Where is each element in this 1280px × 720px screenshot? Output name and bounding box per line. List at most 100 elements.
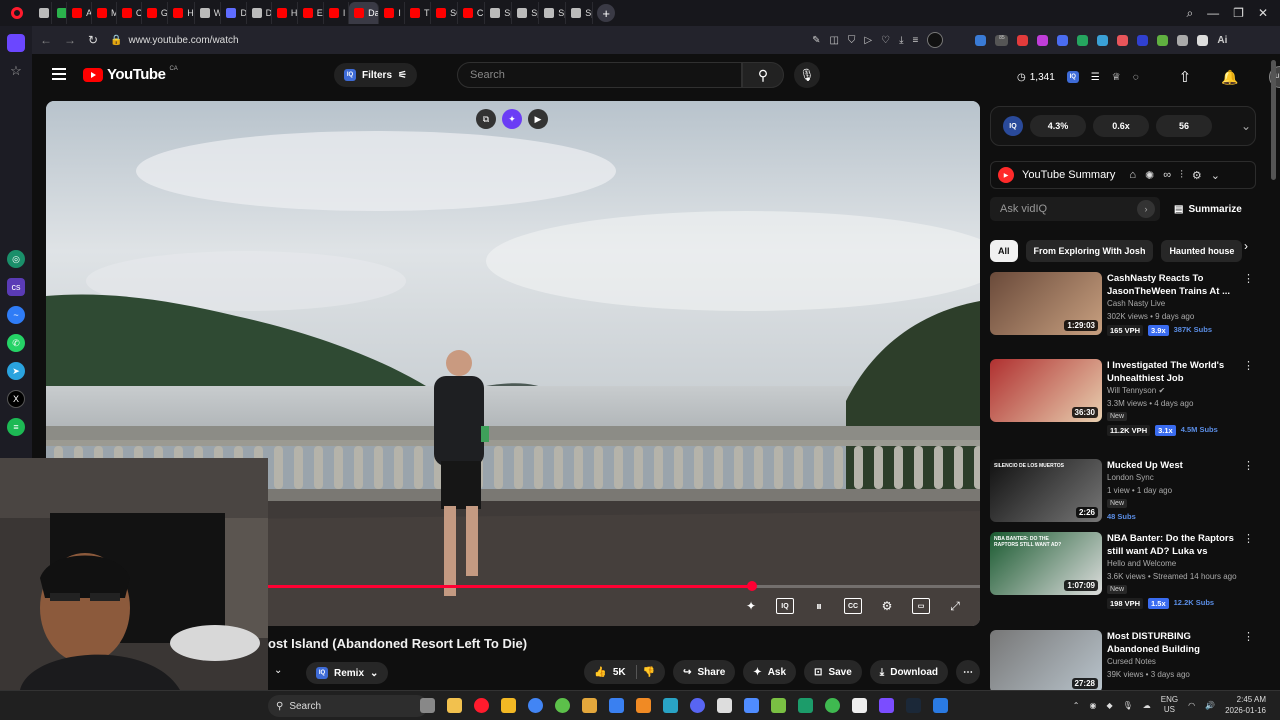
- settings-gear-icon[interactable]: ⚙: [1192, 169, 1202, 182]
- bolt-icon[interactable]: [501, 698, 516, 713]
- search-button[interactable]: ⚲: [742, 62, 784, 88]
- thumbs-down-icon[interactable]: 👎: [643, 667, 655, 678]
- app-icon[interactable]: [825, 698, 840, 713]
- upload-icon[interactable]: ⇧: [1179, 68, 1192, 86]
- remix-button[interactable]: IQ Remix ⌄: [306, 662, 389, 684]
- extension-icon[interactable]: [1177, 34, 1189, 46]
- menu-icon[interactable]: ≡: [913, 35, 919, 46]
- chevron-down-icon[interactable]: ⌄: [274, 665, 282, 676]
- file-explorer-icon[interactable]: [420, 698, 435, 713]
- wifi-icon[interactable]: ◠: [1188, 701, 1195, 710]
- video-thumbnail[interactable]: 36:30: [990, 359, 1102, 422]
- waveform-icon[interactable]: ⫶: [1180, 169, 1183, 182]
- star-icon[interactable]: ☆: [7, 62, 25, 80]
- browser-tab[interactable]: Speed D: [566, 2, 594, 24]
- history-counter[interactable]: ◷ 1,341: [1017, 72, 1055, 83]
- openai-icon[interactable]: ✺: [1145, 169, 1154, 182]
- browser-tab[interactable]: How I B: [272, 2, 298, 24]
- camera-icon[interactable]: ▶: [528, 109, 548, 129]
- messenger-icon[interactable]: ~: [7, 306, 25, 324]
- miniplayer-icon[interactable]: ▭: [912, 598, 930, 614]
- shield-icon[interactable]: ⛉: [848, 35, 856, 46]
- more-options-icon[interactable]: ⋮: [1243, 272, 1254, 285]
- opera-icon[interactable]: [474, 698, 489, 713]
- edit-icon[interactable]: ✎: [812, 35, 820, 46]
- telegram-icon[interactable]: ➤: [7, 362, 25, 380]
- recommendation-item[interactable]: 1:29:03 CashNasty Reacts To JasonTheWeen …: [990, 272, 1256, 338]
- volume-icon[interactable]: 🔊: [1205, 701, 1215, 710]
- extension-icon[interactable]: [1157, 34, 1169, 46]
- app-icon[interactable]: [879, 698, 894, 713]
- extension-icon[interactable]: [1197, 34, 1209, 46]
- filter-chip[interactable]: All: [990, 240, 1018, 262]
- forward-icon[interactable]: →: [64, 33, 76, 47]
- extension-icon[interactable]: [1097, 34, 1109, 46]
- cs-icon[interactable]: cs: [7, 278, 25, 296]
- extension-icon[interactable]: [1077, 34, 1089, 46]
- recommendation-item[interactable]: SILENCIO DE LOS MUERTOS 2:26 Mucked Up Wes…: [990, 459, 1256, 525]
- vidiq-logo-icon[interactable]: IQ: [1003, 116, 1023, 136]
- browser-tab[interactable]: Cursed: [117, 2, 142, 24]
- minimize-button[interactable]: —: [1207, 6, 1219, 21]
- browser-tab[interactable]: The Bra: [405, 2, 432, 24]
- play-icon[interactable]: ▷: [864, 35, 872, 46]
- browser-tab[interactable]: Speed D: [485, 2, 513, 24]
- more-options-icon[interactable]: ⋮: [1243, 630, 1254, 643]
- browser-tab[interactable]: He spen: [168, 2, 195, 24]
- filter-chip[interactable]: Haunted house: [1161, 240, 1243, 262]
- stat-engagement[interactable]: 4.3%: [1030, 115, 1086, 137]
- recommendation-title[interactable]: Most DISTURBING Abandoned Building Encou…: [1107, 630, 1235, 656]
- video-thumbnail[interactable]: NBA BANTER: DO THE RAPTORS STILL WANT AD…: [990, 532, 1102, 595]
- download-icon[interactable]: ⤓: [899, 35, 903, 46]
- app-icon[interactable]: [744, 698, 759, 713]
- extension-icon[interactable]: [1137, 34, 1149, 46]
- steam-icon[interactable]: [906, 698, 921, 713]
- share-button[interactable]: ↪ Share: [673, 660, 736, 684]
- channel-name[interactable]: Will Tennyson ✔: [1107, 386, 1165, 395]
- youtube-logo[interactable]: YouTube CA: [83, 66, 178, 83]
- chrome-icon[interactable]: [528, 698, 543, 713]
- vpn-icon[interactable]: [927, 32, 944, 48]
- clock[interactable]: 2:45 AM 2026-01-16: [1225, 694, 1266, 716]
- extension-icon[interactable]: [1117, 34, 1129, 46]
- stat-score[interactable]: 56: [1156, 115, 1212, 137]
- browser-tab[interactable]: Dragon: [221, 2, 247, 24]
- autoplay-toggle[interactable]: ⏸: [810, 598, 828, 614]
- language-indicator[interactable]: ENG US: [1161, 695, 1178, 715]
- tray-app-icon[interactable]: ◆: [1106, 701, 1112, 710]
- chatgpt-icon[interactable]: ◎: [7, 250, 25, 268]
- extension-icon[interactable]: [975, 34, 987, 46]
- tray-app-icon[interactable]: ◉: [1089, 701, 1096, 710]
- recommendation-title[interactable]: CashNasty Reacts To JasonTheWeen Trains …: [1107, 272, 1235, 298]
- extension-icon[interactable]: [1037, 34, 1049, 46]
- capcut-icon[interactable]: [852, 698, 867, 713]
- hamburger-menu-icon[interactable]: [52, 68, 66, 80]
- ask-button[interactable]: ✦ Ask: [743, 660, 797, 684]
- recommendation-title[interactable]: NBA Banter: Do the Raptors still want AD…: [1107, 532, 1235, 558]
- browser-tab[interactable]: Watch D: [195, 2, 222, 24]
- channel-name[interactable]: Hello and Welcome: [1107, 559, 1176, 568]
- ai-sparkle-icon[interactable]: ✦: [742, 598, 760, 614]
- chevron-right-icon[interactable]: ›: [1244, 239, 1248, 253]
- camera-icon[interactable]: ◫: [829, 35, 838, 46]
- channel-name[interactable]: London Sync: [1107, 473, 1154, 482]
- chevron-down-icon[interactable]: ⌄: [1211, 169, 1220, 182]
- app-icon[interactable]: [582, 698, 597, 713]
- reload-icon[interactable]: ↻: [88, 33, 98, 47]
- more-actions-button[interactable]: ⋯: [956, 660, 980, 684]
- settings-gear-icon[interactable]: ⚙: [878, 598, 896, 614]
- recommendation-title[interactable]: Mucked Up West: [1107, 459, 1235, 472]
- url-field[interactable]: 🔒 www.youtube.com/watch: [110, 35, 800, 46]
- browser-tab[interactable]: Speed D: [539, 2, 567, 24]
- channel-name[interactable]: Cursed Notes: [1107, 657, 1156, 666]
- robot-icon[interactable]: ⌂: [1129, 169, 1136, 182]
- summarize-button[interactable]: ▤ Summarize: [1174, 204, 1242, 215]
- recommendation-item[interactable]: 27:28 Most DISTURBING Abandoned Building …: [990, 630, 1256, 696]
- ai-button[interactable]: Ai: [1217, 35, 1227, 46]
- recommendation-item[interactable]: 36:30 I Investigated The World's Unhealth…: [990, 359, 1256, 436]
- browser-tab[interactable]: A Murd: [67, 2, 92, 24]
- save-button[interactable]: ⊡ Save: [804, 660, 862, 684]
- heart-icon[interactable]: ♡: [881, 35, 890, 46]
- app-icon[interactable]: [663, 698, 678, 713]
- scrollbar[interactable]: [1271, 60, 1276, 180]
